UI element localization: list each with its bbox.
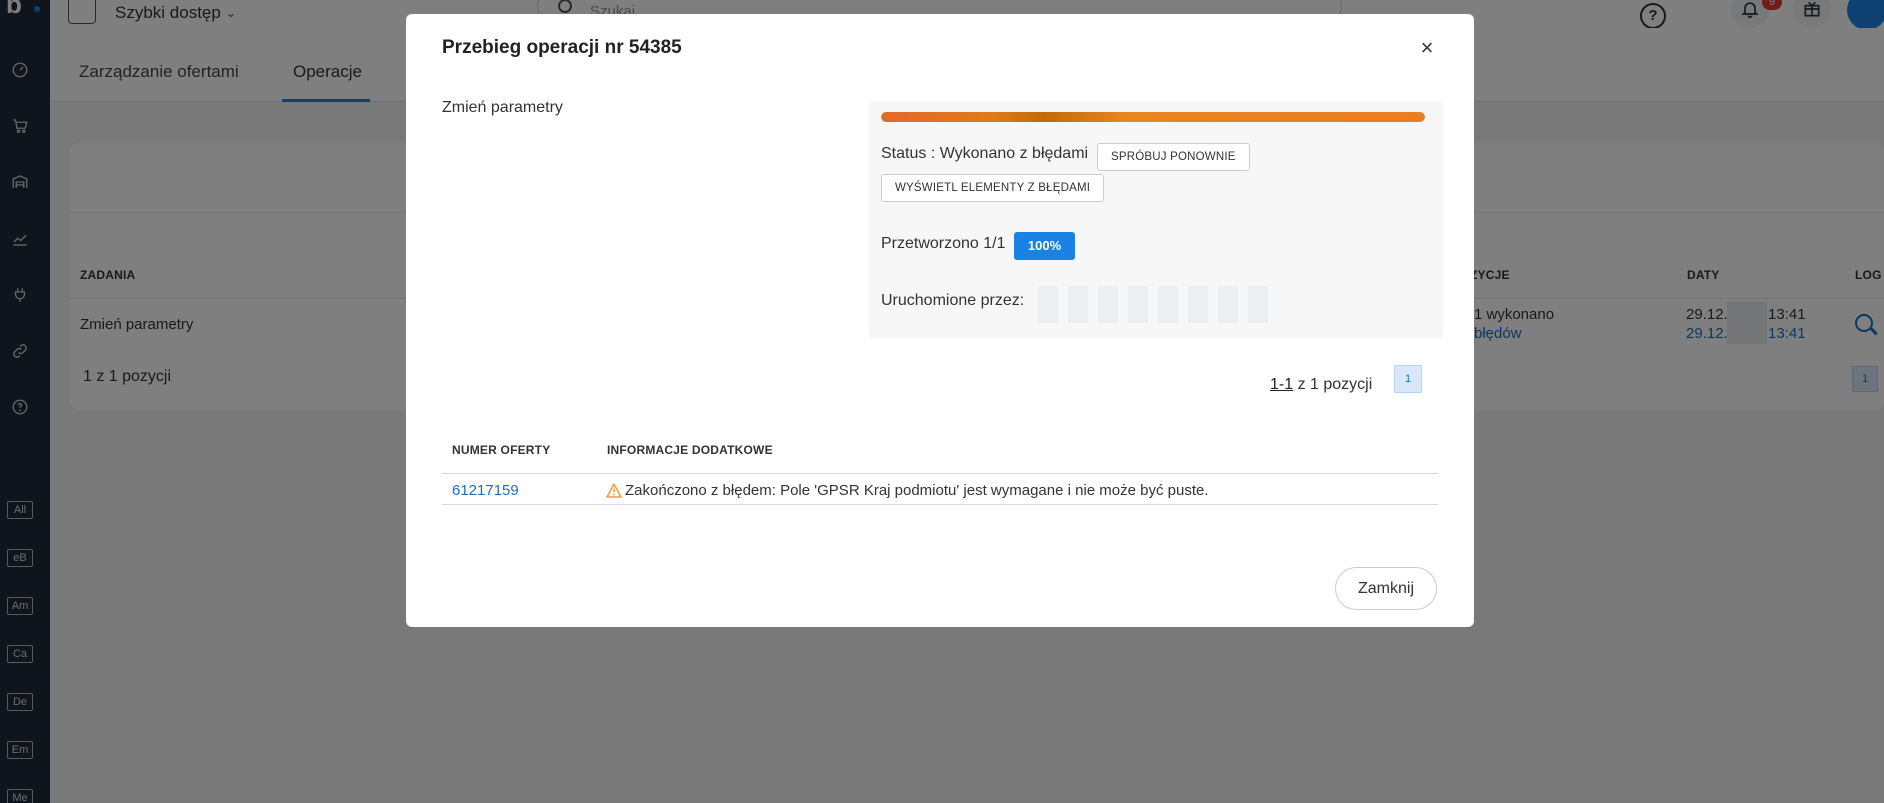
header-additional-info: INFORMACJE DODATKOWE <box>607 443 773 457</box>
close-icon[interactable]: × <box>1416 37 1438 60</box>
processed-label: Przetworzono 1/1 <box>881 235 1006 252</box>
started-by-label: Uruchomione przez: <box>881 292 1025 309</box>
progress-bar <box>881 112 1425 122</box>
table-divider <box>442 504 1438 505</box>
header-offer-number: NUMER OFERTY <box>452 443 551 457</box>
modal-title: Przebieg operacji nr 54385 <box>442 37 682 58</box>
table-row-info: Zakończono z błędem: Pole 'GPSR Kraj pod… <box>606 482 1209 499</box>
warning-icon <box>606 483 622 498</box>
pagination-range-value[interactable]: 1-1 <box>1270 376 1293 393</box>
table-divider <box>442 473 1438 474</box>
processed-percent-badge: 100% <box>1014 232 1075 260</box>
progress-fill <box>881 112 1425 122</box>
offer-number-link[interactable]: 61217159 <box>452 482 519 499</box>
status-text: Status : Wykonano z błędami <box>881 145 1089 162</box>
redacted-username <box>1038 286 1278 323</box>
retry-button[interactable]: SPRÓBUJ PONOWNIE <box>1097 143 1250 171</box>
operation-progress-modal: Przebieg operacji nr 54385 × Zmień param… <box>406 14 1474 627</box>
show-error-items-button[interactable]: WYŚWIETL ELEMENTY Z BŁĘDAMI <box>881 174 1105 202</box>
status-panel: Status : Wykonano z błędami SPRÓBUJ PONO… <box>868 101 1444 338</box>
pagination-range: 1-1 z 1 pozycji <box>1270 376 1372 394</box>
error-message: Zakończono z błędem: Pole 'GPSR Kraj pod… <box>625 482 1209 499</box>
operation-name: Zmień parametry <box>442 99 563 116</box>
pagination-suffix: z 1 pozycji <box>1293 376 1373 393</box>
close-button[interactable]: Zamknij <box>1335 567 1437 610</box>
pagination-page-button[interactable]: 1 <box>1394 365 1422 393</box>
